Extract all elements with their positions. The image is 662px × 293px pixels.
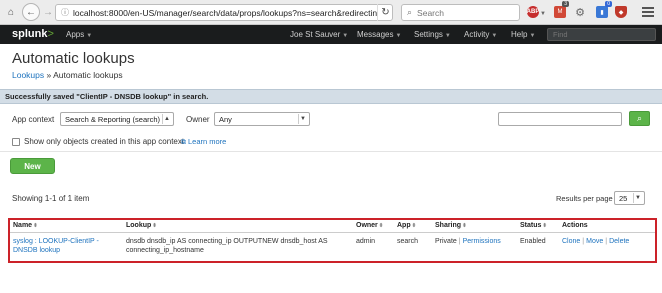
extension-badge: 0 (605, 1, 612, 7)
breadcrumb: Lookups » Automatic lookups (12, 70, 123, 80)
chevron-down-icon: ▼ (633, 193, 642, 203)
cell-name[interactable]: syslog : LOOKUP-ClientIP - DNSDB lookup (10, 232, 123, 255)
find-input[interactable] (547, 28, 656, 41)
magnifier-icon: ⌕ (407, 7, 413, 17)
move-link[interactable]: Move (586, 238, 603, 245)
app-context-checkbox[interactable] (12, 138, 20, 146)
page-title: Automatic lookups (12, 50, 135, 67)
table-header-row: Name⬍ Lookup⬍ Owner⬍ App⬍ Sharing⬍ Statu… (10, 220, 655, 233)
splunk-navbar: splunk> Apps ▼ Joe St Sauver ▼ Messages ▼ S… (0, 25, 662, 44)
chevron-down-icon: ▼ (298, 114, 307, 124)
chevron-down-icon: ▲ (162, 114, 171, 124)
column-header-status[interactable]: Status⬍ (517, 220, 559, 233)
adblock-icon[interactable]: ABP (527, 6, 539, 18)
site-info-icon[interactable]: ⓘ (61, 7, 69, 18)
extension-icon[interactable]: ▮ 0 (596, 1, 612, 18)
browser-search-box[interactable]: ⌕ (401, 4, 520, 21)
table-row: syslog : LOOKUP-ClientIP - DNSDB lookup d… (10, 232, 655, 255)
app-context-select[interactable]: Search & Reporting (search) ▲ (60, 112, 174, 126)
shield-icon[interactable]: ◆ (615, 6, 627, 18)
breadcrumb-current: Automatic lookups (53, 70, 123, 80)
help-menu[interactable]: Help ▼ (511, 30, 535, 39)
breadcrumb-lookups-link[interactable]: Lookups (12, 70, 44, 80)
owner-label: Owner (186, 115, 210, 124)
cell-owner: admin (356, 237, 376, 245)
reload-icon[interactable]: ↻ (377, 4, 393, 21)
apps-menu[interactable]: Apps ▼ (66, 30, 92, 39)
app-context-label: App context (12, 115, 55, 124)
browser-search-input[interactable] (417, 7, 508, 18)
column-header-sharing[interactable]: Sharing⬍ (432, 220, 517, 233)
cell-lookup: dnsdb dnsdb_ip AS connecting_ip OUTPUTNE… (126, 237, 328, 254)
address-bar[interactable]: ⓘ localhost:8000/en-US/manager/search/da… (55, 4, 393, 21)
search-button[interactable]: ⌕ (629, 111, 650, 126)
item-count: Showing 1-1 of 1 item (12, 194, 90, 203)
delete-link[interactable]: Delete (609, 238, 629, 245)
hamburger-menu-icon[interactable] (641, 5, 655, 19)
cell-app: search (397, 237, 419, 245)
results-per-page-label: Results per page (556, 194, 613, 203)
url-text: localhost:8000/en-US/manager/search/data… (73, 7, 378, 18)
app-context-checkbox-label: Show only objects created in this app co… (24, 137, 185, 146)
external-link-icon: ⧉ (181, 139, 186, 146)
cell-actions: Clone | Move | Delete (562, 237, 630, 245)
gmail-icon[interactable]: M3 (554, 1, 569, 18)
cell-status: Enabled (520, 237, 546, 245)
column-header-owner[interactable]: Owner⬍ (353, 220, 394, 233)
permissions-link[interactable]: Permissions (463, 238, 501, 245)
activity-menu[interactable]: Activity ▼ (464, 30, 497, 39)
owner-select[interactable]: Any ▼ (214, 112, 310, 126)
back-arrow-icon[interactable]: ← (22, 3, 40, 21)
cell-sharing: Private | Permissions (435, 237, 501, 245)
chevron-down-icon[interactable]: ▼ (540, 8, 546, 20)
column-header-name[interactable]: Name⬍ (10, 220, 123, 233)
column-header-actions: Actions (559, 220, 655, 233)
browser-toolbar: ⌂ ← → ⓘ localhost:8000/en-US/manager/sea… (0, 0, 662, 25)
forward-arrow-icon[interactable]: → (41, 4, 55, 20)
gmail-badge: 3 (562, 1, 569, 7)
results-per-page-select[interactable]: 25 ▼ (614, 191, 645, 205)
filter-input[interactable] (498, 112, 622, 126)
column-header-app[interactable]: App⬍ (394, 220, 432, 233)
learn-more-link[interactable]: ⧉ Learn more (181, 137, 226, 147)
divider (0, 151, 662, 152)
success-message: Successfully saved "ClientIP - DNSDB loo… (0, 89, 662, 104)
clone-link[interactable]: Clone (562, 238, 580, 245)
lookups-table: Name⬍ Lookup⬍ Owner⬍ App⬍ Sharing⬍ Statu… (10, 220, 655, 255)
home-icon[interactable]: ⌂ (4, 4, 18, 20)
new-button[interactable]: New (10, 158, 55, 174)
messages-menu[interactable]: Messages ▼ (357, 30, 401, 39)
splunk-logo[interactable]: splunk> (12, 28, 54, 40)
gear-icon[interactable]: ⚙ (574, 6, 586, 19)
settings-menu[interactable]: Settings ▼ (414, 30, 451, 39)
column-header-lookup[interactable]: Lookup⬍ (123, 220, 353, 233)
search-icon: ⌕ (636, 113, 643, 123)
user-menu[interactable]: Joe St Sauver ▼ (290, 30, 348, 39)
lookup-name-link[interactable]: syslog : LOOKUP-ClientIP - DNSDB lookup (13, 238, 99, 254)
